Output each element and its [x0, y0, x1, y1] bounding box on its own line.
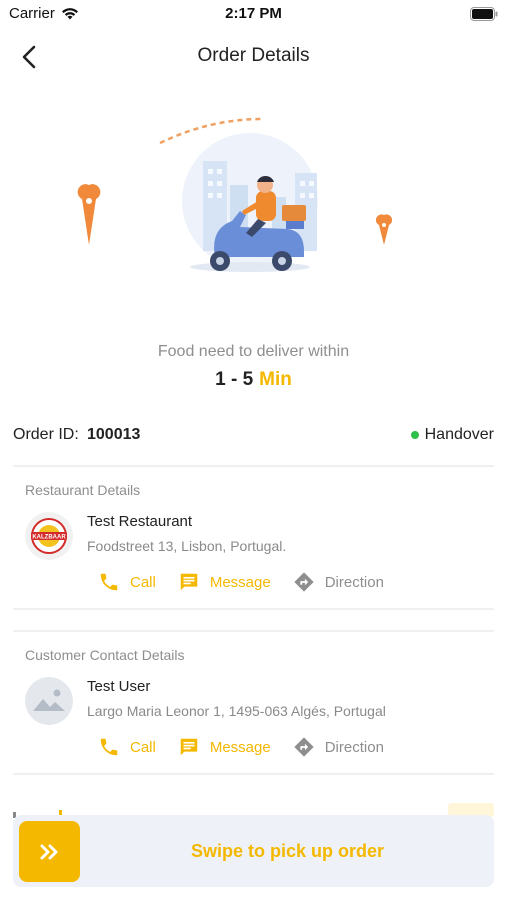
swipe-label: Swipe to pick up order — [190, 841, 385, 861]
restaurant-message-button[interactable]: Message — [177, 570, 271, 594]
restaurant-details-header: Restaurant Details — [25, 482, 141, 498]
customer-call-button[interactable]: Call — [97, 735, 156, 759]
direction-icon — [292, 570, 316, 594]
map-pin-icon — [77, 184, 101, 245]
restaurant-direction-button[interactable]: Direction — [292, 570, 384, 594]
clock: 2:17 PM — [225, 5, 282, 22]
restaurant-actions: Call Message Direction — [97, 570, 405, 594]
message-icon — [177, 735, 201, 759]
direction-icon — [292, 735, 316, 759]
swipe-handle[interactable] — [19, 821, 80, 882]
direction-label: Direction — [324, 738, 384, 756]
customer-details-card: Customer Contact Details Test User Largo… — [13, 635, 494, 773]
divider — [13, 465, 494, 467]
call-label: Call — [130, 573, 156, 591]
customer-details-header: Customer Contact Details — [25, 647, 185, 663]
restaurant-logo: KALZBAAR — [25, 512, 73, 560]
direction-label: Direction — [324, 573, 384, 591]
delivery-time-unit: Min — [259, 369, 292, 390]
customer-address: Largo Maria Leonor 1, 1495-063 Algés, Po… — [87, 703, 386, 719]
navigation-bar: Order Details — [0, 36, 507, 76]
divider — [13, 773, 494, 775]
customer-message-button[interactable]: Message — [177, 735, 271, 759]
swipe-to-pickup-slider[interactable]: Swipe to pick up order — [13, 815, 494, 887]
double-chevron-right-icon — [40, 844, 57, 859]
delivery-time-label: Food need to deliver within — [157, 343, 350, 360]
restaurant-details-card: Restaurant Details KALZBAAR Test Restaur… — [13, 470, 494, 608]
map-pin-icon — [375, 214, 393, 245]
customer-actions: Call Message Direction — [97, 735, 405, 759]
status-bar: Carrier 2:17 PM — [0, 0, 507, 30]
message-label: Message — [209, 738, 271, 756]
call-label: Call — [130, 738, 156, 756]
divider — [13, 608, 494, 610]
phone-icon — [97, 735, 121, 759]
message-icon — [177, 570, 201, 594]
divider — [13, 630, 494, 632]
restaurant-name: Test Restaurant — [87, 513, 193, 530]
status-dot-icon — [410, 431, 419, 439]
phone-icon — [97, 570, 121, 594]
order-id-value: 100013 — [87, 426, 141, 443]
customer-name: Test User — [87, 678, 151, 695]
order-id-label: Order ID: — [13, 426, 79, 443]
restaurant-logo-text: KALZBAAR — [32, 535, 66, 541]
message-label: Message — [209, 573, 271, 591]
customer-direction-button[interactable]: Direction — [292, 735, 384, 759]
delivery-scooter-illustration — [77, 117, 393, 272]
order-status: Handover — [410, 426, 494, 444]
delivery-time-value: 1 - 5 Min — [0, 369, 507, 391]
page-title: Order Details — [197, 45, 310, 66]
customer-avatar — [25, 677, 73, 725]
order-status-label: Handover — [424, 426, 494, 443]
restaurant-address: Foodstreet 13, Lisbon, Portugal. — [87, 538, 287, 554]
order-summary-row: Order ID: 100013 Handover — [13, 424, 494, 448]
battery-icon — [470, 7, 498, 21]
restaurant-call-button[interactable]: Call — [97, 570, 156, 594]
delivery-time-range: 1 - 5 — [215, 369, 254, 390]
